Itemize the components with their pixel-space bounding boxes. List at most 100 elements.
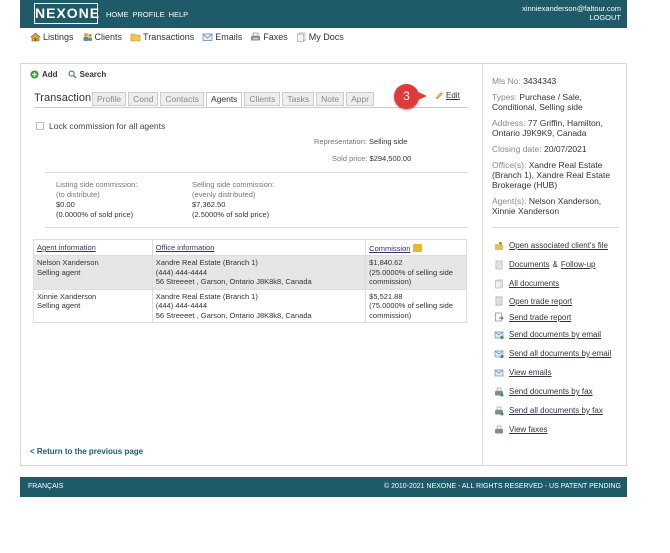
office-cell: Xandre Real Estate (Branch 1) (444) 444-… [151, 255, 367, 290]
search-icon [68, 70, 77, 79]
representation-row: Representation: Selling side [314, 137, 408, 146]
send-report-icon [495, 312, 504, 322]
nav-help[interactable]: HELP [169, 10, 189, 19]
folder-icon [130, 33, 141, 42]
footer: FRANÇAIS © 2010-2021 NEXONE - ALL RIGHTS… [20, 477, 627, 497]
envelope-icon [202, 33, 213, 41]
language-link[interactable]: FRANÇAIS [28, 483, 63, 490]
documents-followup: Documents & Follow-up [494, 255, 626, 274]
mainnav-listings[interactable]: Listings [30, 32, 74, 42]
commission-cell: $5,521.88 (75.0000% of selling side comm… [365, 288, 467, 323]
mainnav-my-docs[interactable]: My Docs [296, 32, 344, 42]
listing-commission: Listing side commission: (to distribute)… [56, 180, 138, 219]
user-email: xinniexanderson@faltour.com [522, 4, 621, 13]
view-emails: View emails [494, 363, 626, 382]
nav-profile[interactable]: PROFILE [133, 10, 165, 19]
email-send-icon [494, 331, 504, 339]
copyright: © 2010-2021 NEXONE - ALL RIGHTS RESERVED… [383, 483, 621, 490]
tab-contacts[interactable]: Contacts [160, 92, 204, 106]
all-documents: All documents [494, 274, 626, 293]
documents-link[interactable]: Documents [509, 260, 549, 269]
nav-home[interactable]: HOME [106, 10, 129, 19]
tab-appr[interactable]: Appr [346, 92, 375, 106]
lock-all-label: Lock commission for all agents [49, 121, 166, 131]
divider [45, 227, 468, 228]
header-commission[interactable]: Commission [365, 239, 467, 256]
agents-table: Agent information Office information Com… [33, 239, 467, 323]
clients-icon [83, 33, 92, 41]
send-documents-email-link[interactable]: Send documents by email [509, 330, 601, 339]
send-all-documents-email: Send all documents by email [494, 344, 626, 363]
client-file-icon [495, 241, 503, 250]
view-faxes: View faxes [494, 420, 626, 439]
table-row: Nelson Xanderson Selling agent Xandre Re… [33, 255, 467, 290]
header-agent-information[interactable]: Agent information [33, 239, 153, 256]
edit-link[interactable]: Edit [435, 91, 460, 100]
send-documents-fax: Send documents by fax [494, 382, 626, 401]
divider [492, 227, 619, 228]
tab-cond[interactable]: Cond [128, 92, 159, 106]
fax-send-all-icon [495, 406, 504, 415]
tab-agents[interactable]: Agents [205, 92, 243, 107]
pencil-icon [436, 92, 443, 99]
return-link[interactable]: < Return to the previous page [30, 447, 143, 456]
main-panel: Add Search Transaction Profile Cond Cont… [20, 63, 482, 466]
header-office-information[interactable]: Office information [151, 239, 367, 256]
send-all-documents-email-link[interactable]: Send all documents by email [509, 349, 611, 358]
sold-price-value: $294,500.00 [369, 154, 412, 163]
mainnav-clients[interactable]: Clients [82, 32, 122, 42]
email-send-all-icon [494, 350, 504, 358]
all-documents-link[interactable]: All documents [509, 279, 559, 288]
step-badge: 3 [394, 84, 427, 109]
view-faxes-link[interactable]: View faxes [509, 425, 548, 434]
tab-clients[interactable]: Clients [244, 92, 281, 106]
office-cell: Xandre Real Estate (Branch 1) (444) 444-… [151, 288, 367, 323]
documents-icon [495, 279, 503, 288]
document-icon [495, 260, 503, 269]
sidebar: Mls No: 3434343 Types: Purchase / Sale, … [482, 63, 627, 466]
open-client-file: Open associated client's file [494, 236, 626, 255]
send-documents-email: Send documents by email [494, 325, 626, 344]
open-trade-report-link[interactable]: Open trade report [509, 297, 572, 306]
mainnav-faxes[interactable]: Faxes [250, 32, 288, 42]
mainnav-emails[interactable]: Emails [202, 32, 242, 42]
add-button[interactable]: Add [30, 70, 58, 79]
agent-cell: Xinnie Xanderson Selling agent [33, 288, 153, 323]
docs-icon [296, 32, 306, 42]
lock-all-checkbox[interactable] [36, 122, 44, 130]
closing-value: 20/07/2021 [544, 144, 587, 154]
agent-cell: Nelson Xanderson Selling agent [33, 255, 153, 290]
fax-send-icon [495, 387, 504, 396]
search-button[interactable]: Search [68, 70, 106, 79]
send-all-documents-fax-link[interactable]: Send all documents by fax [509, 406, 603, 415]
sold-price-row: Sold price: $294,500.00 [332, 154, 412, 163]
tab-profile[interactable]: Profile [92, 92, 127, 106]
view-emails-link[interactable]: View emails [509, 368, 552, 377]
send-all-documents-fax: Send all documents by fax [494, 401, 626, 420]
mls-value: 3434343 [523, 76, 557, 86]
selling-commission: Selling side commission: (evenly distrib… [192, 180, 275, 219]
open-client-file-link[interactable]: Open associated client's file [509, 241, 608, 250]
fax-icon [251, 32, 261, 41]
nexone-logo[interactable]: NEXONE [34, 3, 99, 24]
lock-icon[interactable] [413, 243, 423, 252]
mainnav-transactions[interactable]: Transactions [130, 32, 194, 42]
tab-bar: Profile Cond Contacts Agents Clients Tas… [92, 92, 375, 107]
user-area: xinniexanderson@faltour.com LOGOUT [522, 4, 621, 22]
table-row: Xinnie Xanderson Selling agent Xandre Re… [33, 288, 467, 323]
report-icon [495, 296, 503, 306]
email-view-icon [494, 369, 504, 376]
tab-note[interactable]: Note [316, 92, 345, 106]
representation-value: Selling side [369, 137, 408, 146]
top-nav: HOME PROFILE HELP [106, 10, 188, 19]
commission-cell: $1,840.62 (25.0000% of selling side comm… [365, 255, 467, 290]
fax-view-icon [495, 425, 503, 433]
divider [45, 172, 468, 173]
send-documents-fax-link[interactable]: Send documents by fax [509, 387, 593, 396]
add-icon [30, 70, 39, 79]
send-trade-report-link[interactable]: Send trade report [509, 313, 571, 322]
tab-tasks[interactable]: Tasks [282, 92, 315, 106]
followup-link[interactable]: Follow-up [561, 260, 596, 269]
logout-link[interactable]: LOGOUT [522, 13, 621, 22]
action-bar: Add Search [30, 70, 106, 79]
